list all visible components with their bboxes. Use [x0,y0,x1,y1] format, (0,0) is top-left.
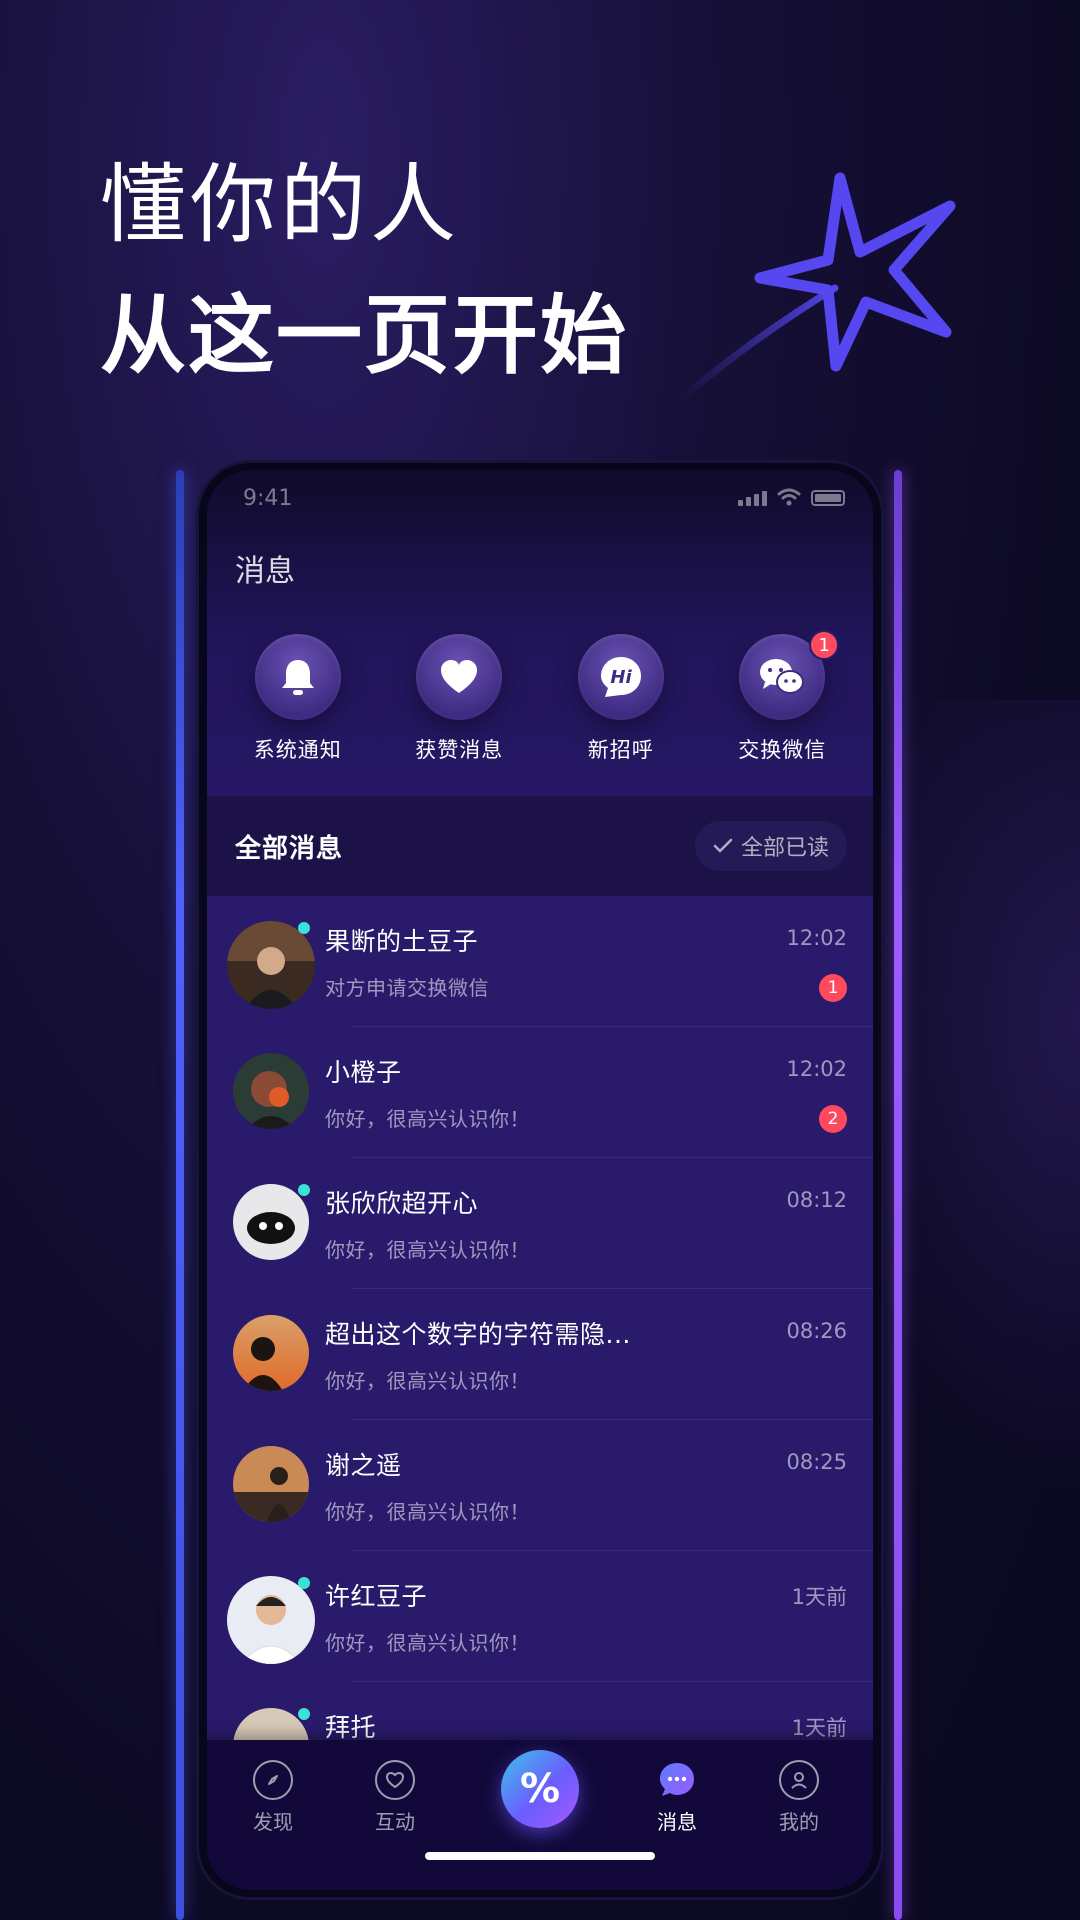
signal-icon [738,491,767,506]
star-decoration-icon [660,160,980,420]
home-indicator [425,1852,655,1860]
conversation-row[interactable]: 张欣欣超开心 你好，很高兴认识你！ 08:12 [207,1158,873,1289]
quick-system-notice[interactable]: 系统通知 [233,634,363,764]
message-preview: 你好，很高兴认识你！ [325,1238,530,1262]
quick-new-greeting[interactable]: Hi 新招呼 [556,634,686,764]
message-time: 1天前 [791,1716,847,1740]
message-time: 12:02 [786,1057,847,1081]
unread-badge: 1 [819,974,847,1002]
avatar [227,1576,315,1664]
message-preview: 你好，很高兴认识你！ [325,1500,530,1524]
message-time: 08:12 [786,1188,847,1212]
quick-label: 交换微信 [738,738,827,762]
promo-headline: 懂你的人 从这一页开始 [100,150,628,406]
tab-label: 发现 [253,1810,293,1834]
bell-icon [254,634,341,720]
contact-name: 小橙子 [325,1058,402,1087]
tab-interact[interactable]: 互动 [345,1760,445,1835]
avatar [233,1184,309,1260]
status-bar: 9:41 [207,470,873,526]
quick-label: 系统通知 [253,738,342,762]
promo-line-1: 懂你的人 [100,155,460,255]
contact-name: 谢之遥 [325,1451,402,1480]
message-time: 1天前 [791,1585,847,1609]
quick-label: 新招呼 [587,738,654,762]
conversation-row[interactable]: 许红豆子 你好，很高兴认识你！ 1天前 [207,1551,873,1682]
quick-actions: 系统通知 获赞消息 Hi 新招呼 1 交换微信 [207,630,873,764]
avatar [233,1315,309,1391]
unread-badge: 2 [819,1105,847,1133]
contact-name: 许红豆子 [325,1582,428,1611]
avatar [233,1446,309,1522]
online-indicator [298,1708,310,1720]
message-time: 08:26 [786,1319,847,1343]
hi-icon-text: Hi [610,667,632,688]
online-indicator [298,1577,310,1589]
left-glow-rail [176,470,184,1920]
wechat-badge: 1 [809,630,840,660]
conversation-row[interactable]: 小橙子 你好，很高兴认识你！ 12:02 2 [207,1027,873,1158]
promo-line-2: 从这一页开始 [100,286,628,386]
heart-icon [416,634,503,720]
message-preview: 你好，很高兴认识你！ [325,1369,530,1393]
online-indicator [298,922,310,934]
status-icons [738,488,845,506]
tab-messages[interactable]: 消息 [627,1760,727,1835]
conversation-list: 果断的土豆子 对方申请交换微信 12:02 1 小橙子 你好，很高兴认识你！ 1… [207,896,873,1813]
tab-mine[interactable]: 我的 [749,1760,849,1835]
battery-icon [811,490,845,506]
check-icon [713,838,733,853]
messages-section-header: 全部消息 全部已读 [207,796,873,896]
tab-label: 我的 [779,1810,819,1834]
chat-bubble-icon [660,1763,694,1796]
tab-label: 互动 [375,1810,415,1834]
conversation-row[interactable]: 超出这个数字的字符需隐... 你好，很高兴认识你！ 08:26 [207,1289,873,1420]
right-glow-rail [894,470,902,1920]
bottom-tab-bar: 发现 互动 % 消息 我的 [207,1740,873,1890]
tab-discover[interactable]: 发现 [223,1760,323,1835]
online-indicator [298,1184,310,1196]
percent-icon: % [519,1766,561,1812]
contact-name: 张欣欣超开心 [325,1189,479,1218]
contact-name: 果断的土豆子 [325,927,479,956]
heart-outline-icon [375,1760,415,1800]
page-title: 消息 [235,554,295,589]
compass-icon [253,1760,293,1800]
message-time: 08:25 [786,1450,847,1474]
message-time: 12:02 [786,926,847,950]
section-title: 全部消息 [235,833,344,864]
quick-exchange-wechat[interactable]: 1 交换微信 [717,630,847,764]
message-preview: 对方申请交换微信 [325,976,489,1000]
phone-screen: 9:41 消息 系统通知 获赞消息 Hi 新招呼 1 交换微信 全部消息 全部已… [207,470,873,1890]
center-action-button[interactable]: % [501,1750,579,1828]
hi-icon: Hi [577,634,664,720]
tab-label: 消息 [657,1810,697,1834]
wifi-icon [777,488,801,506]
avatar [227,921,315,1009]
avatar [233,1053,309,1129]
quick-likes[interactable]: 获赞消息 [394,634,524,764]
conversation-row[interactable]: 果断的土豆子 对方申请交换微信 12:02 1 [207,896,873,1027]
message-preview: 你好，很高兴认识你！ [325,1631,530,1655]
quick-label: 获赞消息 [415,738,504,762]
mark-all-read-label: 全部已读 [740,836,829,861]
message-preview: 你好，很高兴认识你！ [325,1107,530,1131]
contact-name: 超出这个数字的字符需隐... [325,1320,631,1349]
mark-all-read-button[interactable]: 全部已读 [694,821,847,871]
contact-name: 拜托 [325,1713,377,1742]
user-icon [779,1760,819,1800]
conversation-row[interactable]: 谢之遥 你好，很高兴认识你！ 08:25 [207,1420,873,1551]
